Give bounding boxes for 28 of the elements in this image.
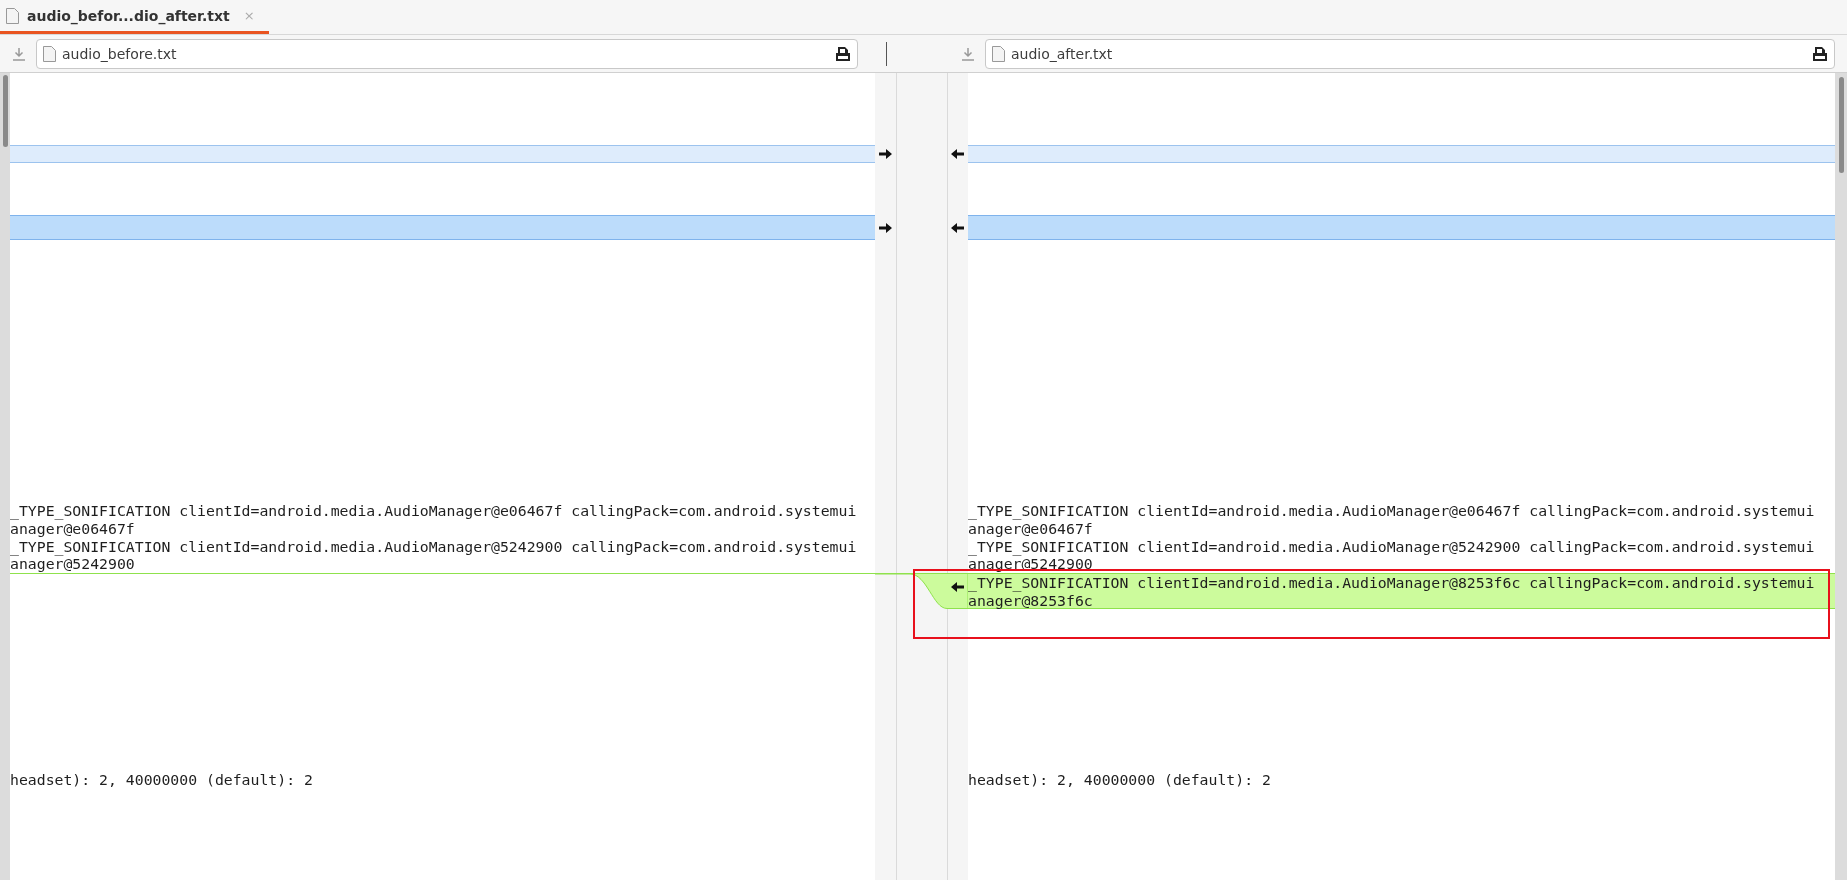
file-icon (43, 45, 56, 62)
code-line: _TYPE_SONIFICATION clientId=android.media.AudioManager@5242900 callingPack=com.android.systemui (968, 537, 1816, 556)
printer-icon[interactable] (1812, 46, 1828, 61)
code-line: anager@5242900 (10, 555, 135, 573)
right-arrow-icon[interactable] (879, 149, 892, 159)
printer-icon[interactable] (835, 46, 851, 61)
code-line: _TYPE_SONIFICATION clientId=android.media.AudioManager@5242900 callingPack=com.android.systemui (10, 537, 858, 556)
code-line: anager@e06467f (968, 519, 1093, 538)
code-line: headset): 2, 40000000 (default): 2 (10, 771, 314, 789)
code-line: anager@e06467f (10, 519, 135, 538)
left-arrow-icon[interactable] (951, 582, 964, 592)
download-icon[interactable] (961, 46, 975, 61)
download-icon[interactable] (12, 46, 26, 61)
file-path-field[interactable]: audio_before.txt (36, 38, 858, 69)
file-icon (992, 45, 1005, 62)
code-line: headset): 2, 40000000 (default): 2 (968, 771, 1272, 789)
code-line: _TYPE_SONIFICATION clientId=android.media.AudioManager@8253f6c callingPack=com.android.systemui (968, 574, 1816, 592)
file-icon (6, 7, 19, 24)
scrollbar[interactable] (1835, 73, 1847, 880)
code-line: anager@8253f6c (968, 591, 1093, 610)
code-line: _TYPE_SONIFICATION clientId=android.media.AudioManager@e06467f callingPack=com.android.systemui (10, 502, 858, 520)
code-line: _TYPE_SONIFICATION clientId=android.media.AudioManager@e06467f callingPack=com.android.systemui (968, 502, 1816, 520)
code-line: anager@5242900 (968, 555, 1093, 573)
file-path-field[interactable]: audio_after.txt (985, 38, 1835, 69)
scrollbar[interactable] (0, 73, 10, 880)
left-arrow-icon[interactable] (951, 222, 964, 233)
left-arrow-icon[interactable] (951, 149, 964, 159)
right-arrow-icon[interactable] (879, 222, 892, 233)
